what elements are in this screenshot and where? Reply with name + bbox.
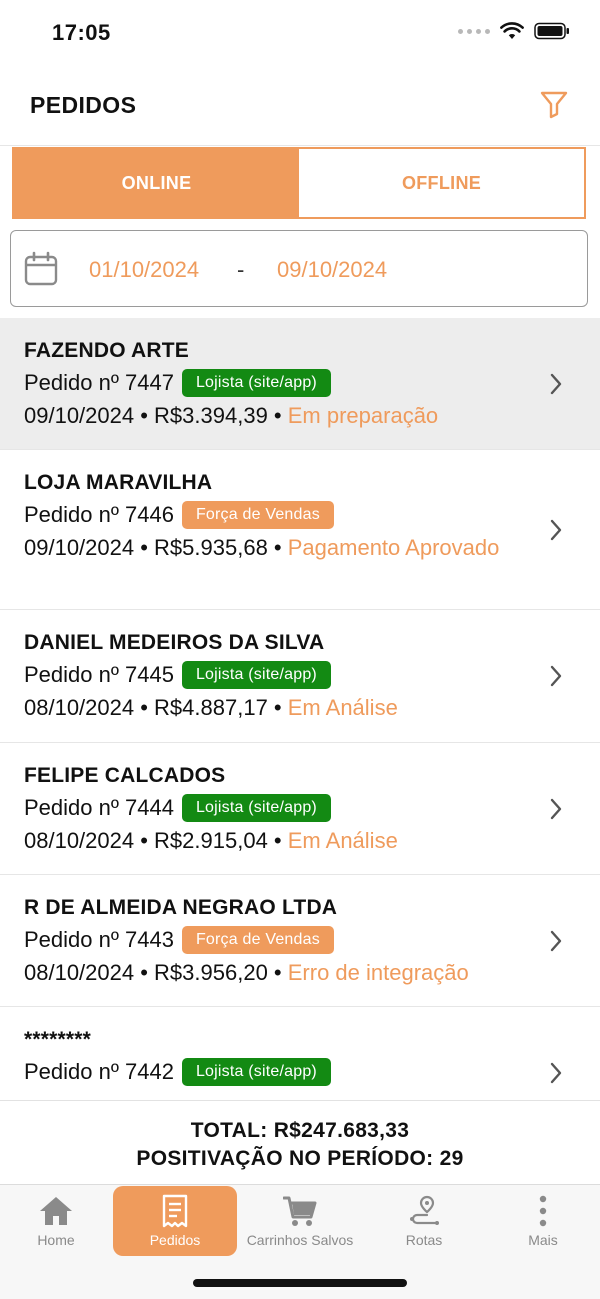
order-client: FAZENDO ARTE — [24, 339, 189, 362]
order-status: Erro de integração — [287, 960, 469, 985]
order-number: Pedido nº 7442 — [24, 1059, 174, 1084]
order-source-badge: Lojista (site/app) — [181, 661, 331, 689]
order-client: FELIPE CALCADOS — [24, 764, 226, 787]
order-number: Pedido nº 7443 — [24, 927, 174, 952]
chevron-right-icon — [550, 519, 562, 540]
order-date: 09/10/2024 — [24, 403, 135, 428]
positivacao-count: POSITIVAÇÃO NO PERÍODO: 29 — [136, 1147, 464, 1170]
date-range-picker[interactable]: 01/10/2024 - 09/10/2024 — [10, 230, 588, 307]
order-source-badge: Força de Vendas — [181, 501, 334, 529]
nav-label: Home — [37, 1232, 75, 1248]
order-row[interactable]: FELIPE CALCADOS Pedido nº 7444 Lojista (… — [0, 743, 600, 875]
order-row[interactable]: DANIEL MEDEIROS DA SILVA Pedido nº 7445 … — [0, 610, 600, 743]
page-title: PEDIDOS — [30, 92, 137, 118]
order-row[interactable]: R DE ALMEIDA NEGRAO LTDA Pedido nº 7443 … — [0, 875, 600, 1007]
date-end[interactable]: 09/10/2024 — [277, 257, 387, 283]
order-client: DANIEL MEDEIROS DA SILVA — [24, 631, 325, 654]
cart-icon — [283, 1196, 317, 1226]
order-source-badge: Força de Vendas — [181, 926, 334, 954]
tab-online[interactable]: ONLINE — [14, 149, 299, 217]
date-start[interactable]: 01/10/2024 — [89, 257, 199, 283]
order-number: Pedido nº 7445 — [24, 662, 174, 687]
chevron-right-icon — [550, 930, 562, 951]
order-client: R DE ALMEIDA NEGRAO LTDA — [24, 896, 338, 919]
order-number: Pedido nº 7447 — [24, 370, 174, 395]
app-header: PEDIDOS — [0, 66, 600, 146]
order-date: 08/10/2024 — [24, 828, 135, 853]
status-time: 17:05 — [52, 20, 111, 45]
nav-label: Rotas — [405, 1232, 443, 1248]
status-bar: 17:05 — [0, 0, 600, 66]
order-date: 08/10/2024 — [24, 695, 135, 720]
status-indicators — [458, 22, 570, 40]
order-row[interactable]: ******** Pedido nº 7442 Lojista (site/ap… — [0, 1007, 600, 1100]
order-status: Pagamento Aprovado — [287, 535, 500, 560]
chevron-right-icon — [550, 373, 562, 394]
online-offline-tabs: ONLINE OFFLINE — [12, 147, 586, 219]
order-number: Pedido nº 7444 — [24, 795, 174, 820]
total-value: TOTAL: R$247.683,33 — [190, 1119, 410, 1142]
bottom-navigation: Home Pedidos Carrinhos Salvos Rotas Mais — [0, 1184, 600, 1299]
nav-label: Pedidos — [149, 1232, 201, 1248]
order-value: R$2.915,04 — [154, 828, 268, 853]
signal-icon — [458, 28, 490, 34]
nav-carrinhos[interactable]: Carrinhos Salvos — [238, 1186, 362, 1256]
more-vertical-icon — [539, 1195, 547, 1227]
order-row[interactable]: LOJA MARAVILHA Pedido nº 7446 Força de V… — [0, 450, 600, 610]
order-list[interactable]: FAZENDO ARTE Pedido nº 7447 Lojista (sit… — [0, 318, 600, 1100]
nav-home[interactable]: Home — [0, 1186, 118, 1256]
order-client: LOJA MARAVILHA — [24, 471, 213, 494]
totals-summary: TOTAL: R$247.683,33 POSITIVAÇÃO NO PERÍO… — [0, 1100, 600, 1184]
nav-mais[interactable]: Mais — [481, 1186, 600, 1256]
receipt-icon — [162, 1194, 188, 1228]
order-client: ******** — [24, 1028, 91, 1051]
wifi-icon — [500, 22, 524, 39]
filter-icon — [540, 91, 568, 119]
tab-offline[interactable]: OFFLINE — [299, 149, 584, 217]
chevron-right-icon — [550, 1062, 562, 1084]
date-separator: - — [237, 257, 245, 282]
order-value: R$3.956,20 — [154, 960, 268, 985]
order-source-badge: Lojista (site/app) — [181, 1058, 331, 1086]
order-date: 08/10/2024 — [24, 960, 135, 985]
route-icon — [410, 1195, 439, 1225]
home-indicator — [193, 1279, 407, 1287]
order-value: R$4.887,17 — [154, 695, 268, 720]
nav-label: Carrinhos Salvos — [246, 1232, 354, 1248]
order-status: Em preparação — [287, 403, 439, 428]
nav-pedidos[interactable]: Pedidos — [113, 1186, 237, 1256]
order-value: R$5.935,68 — [154, 535, 268, 560]
order-status: Em Análise — [287, 828, 398, 853]
nav-rotas[interactable]: Rotas — [362, 1186, 486, 1256]
order-row[interactable]: FAZENDO ARTE Pedido nº 7447 Lojista (sit… — [0, 318, 600, 450]
home-icon — [40, 1197, 72, 1225]
filter-button[interactable] — [536, 86, 572, 122]
order-status: Em Análise — [287, 695, 398, 720]
chevron-right-icon — [550, 798, 562, 819]
order-number: Pedido nº 7446 — [24, 502, 174, 527]
order-source-badge: Lojista (site/app) — [181, 794, 331, 822]
battery-icon — [534, 22, 569, 40]
chevron-right-icon — [550, 665, 562, 687]
order-source-badge: Lojista (site/app) — [181, 369, 331, 397]
order-date: 09/10/2024 — [24, 535, 135, 560]
calendar-icon — [24, 251, 58, 286]
nav-label: Mais — [528, 1232, 558, 1248]
order-value: R$3.394,39 — [154, 403, 268, 428]
